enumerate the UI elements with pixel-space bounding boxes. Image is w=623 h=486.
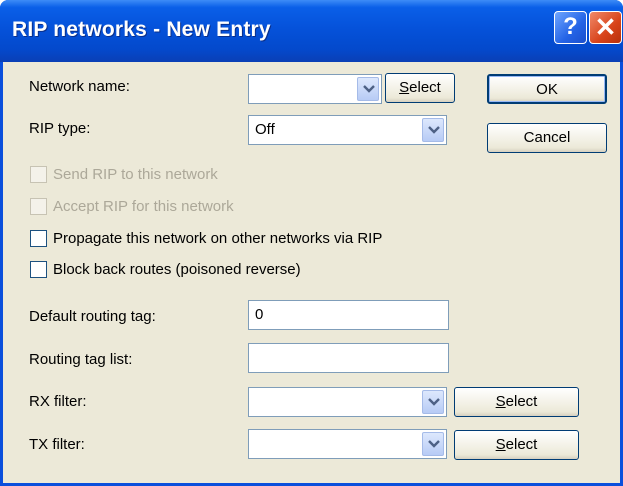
select-label: elect: [409, 79, 441, 96]
rip-type-value: Off: [255, 121, 275, 138]
default-routing-tag-label: Default routing tag:: [29, 308, 156, 325]
tx-filter-combobox[interactable]: [248, 429, 447, 459]
help-button[interactable]: ?: [554, 11, 587, 44]
rx-filter-combobox[interactable]: [248, 387, 447, 417]
tx-filter-select-button[interactable]: Select: [454, 430, 579, 460]
network-name-label: Network name:: [29, 78, 130, 95]
select-hotkey: S: [495, 436, 506, 453]
routing-tag-list-label: Routing tag list:: [29, 351, 133, 368]
ok-button[interactable]: OK: [487, 74, 607, 104]
rx-filter-select-button[interactable]: Select: [454, 387, 579, 417]
rip-type-combobox[interactable]: Off: [248, 115, 447, 145]
send-rip-label: Send RIP to this network: [53, 166, 218, 183]
block-back-routes-label: Block back routes (poisoned reverse): [53, 261, 301, 278]
select-label: elect: [505, 393, 538, 410]
network-name-combobox[interactable]: [248, 74, 382, 104]
cancel-button[interactable]: Cancel: [487, 123, 607, 153]
default-routing-tag-input[interactable]: 0: [248, 300, 449, 330]
title-bar[interactable]: RIP networks - New Entry ? ✕: [0, 0, 623, 62]
dialog-client-area: Network name: Select OK RIP type: Off Ca…: [3, 62, 620, 483]
window-title: RIP networks - New Entry: [12, 18, 271, 41]
chevron-down-icon[interactable]: [422, 390, 444, 414]
chevron-down-icon[interactable]: [422, 432, 444, 456]
accept-rip-checkbox[interactable]: [30, 198, 47, 215]
select-hotkey: S: [495, 393, 506, 410]
chevron-down-icon[interactable]: [357, 77, 379, 101]
tx-filter-label: TX filter:: [29, 436, 85, 453]
propagate-checkbox[interactable]: [30, 230, 47, 247]
close-icon: ✕: [594, 12, 617, 42]
help-icon: ?: [563, 13, 578, 40]
send-rip-checkbox[interactable]: [30, 166, 47, 183]
rx-filter-label: RX filter:: [29, 393, 87, 410]
close-button[interactable]: ✕: [589, 11, 622, 44]
propagate-label: Propagate this network on other networks…: [53, 230, 383, 247]
rip-type-label: RIP type:: [29, 120, 91, 137]
network-name-select-button[interactable]: Select: [385, 73, 455, 103]
dialog-window: RIP networks - New Entry ? ✕ Network nam…: [0, 0, 623, 486]
block-back-routes-checkbox[interactable]: [30, 261, 47, 278]
chevron-down-icon[interactable]: [422, 118, 444, 142]
accept-rip-label: Accept RIP for this network: [53, 198, 234, 215]
select-hotkey: S: [399, 79, 410, 96]
select-label: elect: [505, 436, 538, 453]
routing-tag-list-input[interactable]: [248, 343, 449, 373]
